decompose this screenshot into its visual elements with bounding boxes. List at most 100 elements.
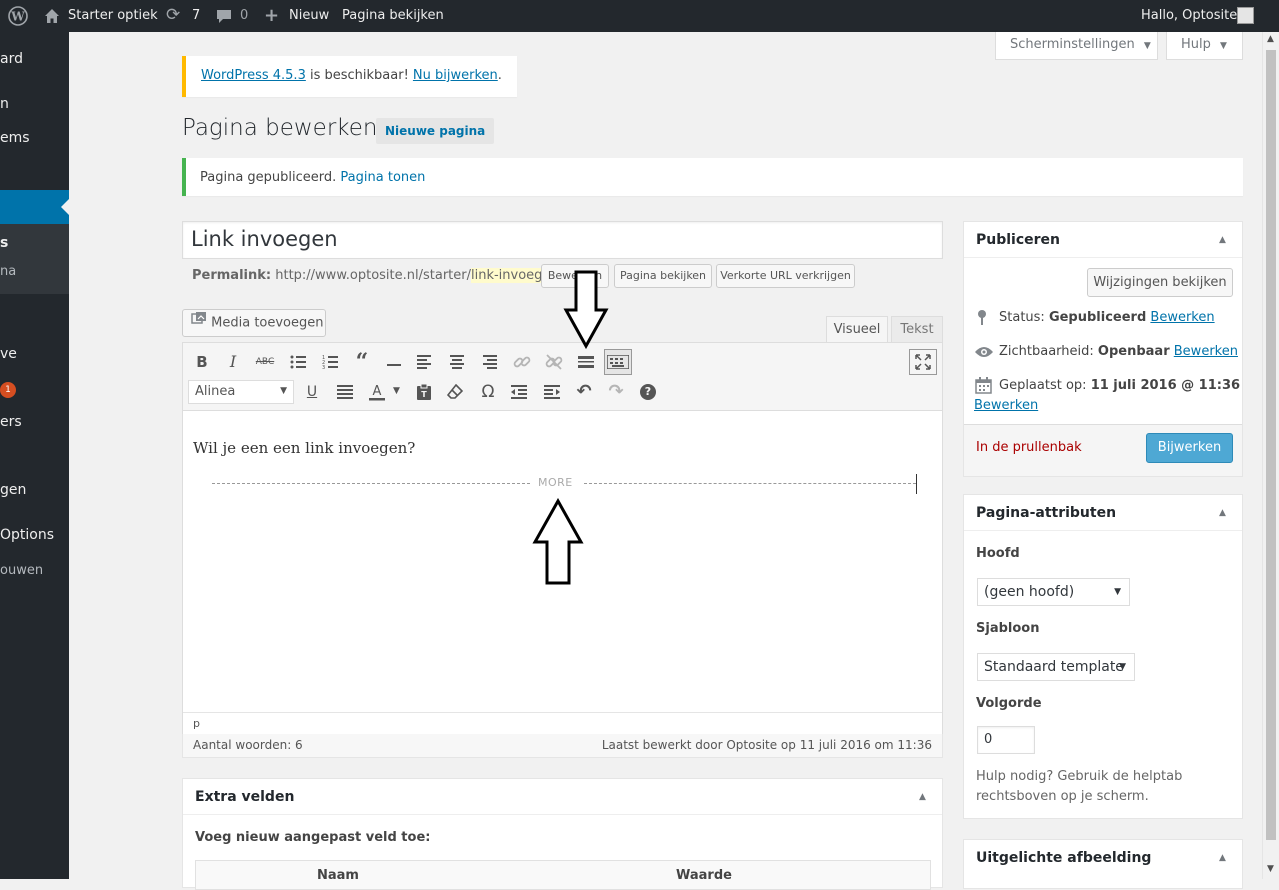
caret-down-icon: ▼ [1114,587,1121,597]
collapse-arrow-icon[interactable]: ▲ [919,792,926,802]
bold-icon[interactable]: B [190,350,214,374]
screen-options-tab[interactable]: Scherminstellingen ▼ [995,32,1158,60]
menu-item-3[interactable]: ems [0,130,30,146]
eye-icon [974,346,994,362]
fullscreen-icon[interactable] [909,349,937,375]
tab-text[interactable]: Tekst [891,316,943,343]
scroll-down-icon[interactable]: ▼ [1267,864,1274,874]
last-edited: Laatst bewerkt door Optosite op 11 juli … [601,738,932,752]
collapse-arrow-icon[interactable]: ▲ [1219,853,1226,863]
menu-item-collapse[interactable]: ouwen [0,563,43,578]
greeting[interactable]: Hallo, Optosite [1141,0,1237,32]
keyboard-shortcuts-icon[interactable]: ? [640,384,656,400]
clear-formatting-icon[interactable] [443,380,467,404]
numbered-list-icon[interactable]: 123 [318,350,342,374]
date-label: Geplaatst op: [999,378,1091,393]
scroll-up-icon[interactable]: ▲ [1267,34,1274,44]
annotation-arrow-down [563,270,609,350]
toolbar-toggle-icon[interactable] [604,349,632,375]
move-to-trash-link[interactable]: In de prullenbak [976,440,1082,455]
scrollbar[interactable]: ▲ ▼ [1262,32,1279,879]
post-title-input[interactable]: Link invoegen [182,221,943,259]
element-path[interactable]: p [193,717,200,730]
avatar[interactable] [1237,7,1254,24]
comments-count[interactable]: 0 [240,0,248,32]
menu-item-4[interactable]: ve [0,346,17,362]
add-media-button[interactable]: Media toevoegen [182,309,326,337]
menu-item-dashboard[interactable]: ard [0,51,23,67]
paste-as-text-icon[interactable]: T [412,380,436,404]
align-left-icon[interactable] [413,350,437,374]
update-now-link[interactable]: Nu bijwerken [413,68,498,83]
indent-icon[interactable] [540,380,564,404]
view-page-button[interactable]: Pagina bekijken [614,264,712,288]
wordpress-version-link[interactable]: WordPress 4.5.3 [201,68,306,83]
horizontal-line-icon[interactable] [382,350,406,374]
scrollbar-thumb[interactable] [1266,50,1276,840]
update-button[interactable]: Bijwerken [1146,433,1233,463]
tab-visual[interactable]: Visueel [826,316,888,343]
updates-count[interactable]: 7 [192,0,200,32]
editor-content[interactable]: Wil je een een link invoegen? [193,439,415,457]
custom-fields-header[interactable] [183,779,942,815]
italic-icon[interactable]: I [221,350,245,374]
preview-changes-button[interactable]: Wijzigingen bekijken [1087,268,1233,297]
comments-icon[interactable] [216,0,232,32]
more-line-left [212,483,530,484]
shortlink-button[interactable]: Verkorte URL verkrijgen [716,264,855,288]
submenu-item-new-page[interactable]: na [0,264,16,279]
page-attributes-title: Pagina-attributen [976,505,1117,521]
align-center-icon[interactable] [445,350,469,374]
read-more-icon[interactable] [574,350,598,374]
page-title: Pagina bewerken [182,115,378,141]
new-content-link[interactable]: Nieuw [289,0,329,32]
bullet-list-icon[interactable] [286,350,310,374]
underline-icon[interactable]: U [300,380,324,404]
view-page-link[interactable]: Pagina bekijken [342,0,444,32]
justify-icon[interactable] [333,380,357,404]
special-character-icon[interactable]: Ω [476,380,500,404]
more-tag-divider[interactable]: MORE [212,476,916,490]
order-input[interactable]: 0 [977,726,1035,754]
caret-down-icon: ▼ [280,386,287,396]
new-page-button[interactable]: Nieuwe pagina [376,118,495,144]
featured-image-box: Uitgelichte afbeelding ▲ [963,839,1243,889]
permalink-label: Permalink: [192,268,272,283]
blockquote-icon[interactable]: “ [350,350,374,374]
format-select-value: Alinea [195,384,236,399]
menu-item-6[interactable]: gen [0,482,26,498]
more-line-right [584,483,916,484]
edit-visibility-link[interactable]: Bewerken [1174,344,1238,359]
insert-link-icon[interactable] [510,350,534,374]
edit-status-link[interactable]: Bewerken [1150,310,1214,325]
undo-icon[interactable]: ↶ [572,380,596,404]
unlink-icon[interactable] [542,350,566,374]
text-color-dropdown-icon[interactable]: ▼ [393,386,400,396]
update-notice-text: is beschikbaar! [305,68,413,83]
updates-icon[interactable]: ⟳ [166,0,180,32]
featured-image-title[interactable]: Uitgelichte afbeelding [976,850,1151,866]
format-select[interactable]: Alinea ▼ [188,380,294,404]
home-icon[interactable] [44,0,60,32]
site-name-link[interactable]: Starter optiek [68,0,158,32]
align-right-icon[interactable] [477,350,501,374]
collapse-arrow-icon[interactable]: ▲ [1219,508,1226,518]
edit-date-link[interactable]: Bewerken [974,398,1038,413]
collapse-arrow-icon[interactable]: ▲ [1219,235,1226,245]
outdent-icon[interactable] [507,380,531,404]
text-color-icon[interactable]: A [365,380,389,404]
order-label: Volgorde [976,696,1042,711]
view-page-notice-link[interactable]: Pagina tonen [340,170,425,185]
editor-status-bar: Aantal woorden: 6 Laatst bewerkt door Op… [182,734,943,758]
parent-select[interactable]: (geen hoofd) ▼ [977,578,1130,606]
menu-item-options[interactable]: Options [0,527,54,543]
redo-icon[interactable]: ↷ [604,380,628,404]
menu-item-2[interactable]: n [0,96,9,112]
plus-icon[interactable]: + [264,0,279,32]
submenu-item-pages[interactable]: s [0,235,8,251]
template-select[interactable]: Standaard template ▼ [977,653,1135,681]
wordpress-logo-icon[interactable]: W [8,0,30,32]
strikethrough-icon[interactable]: ABC [253,350,277,374]
menu-item-5[interactable]: ers [0,414,22,430]
help-tab[interactable]: Hulp ▼ [1166,32,1243,60]
